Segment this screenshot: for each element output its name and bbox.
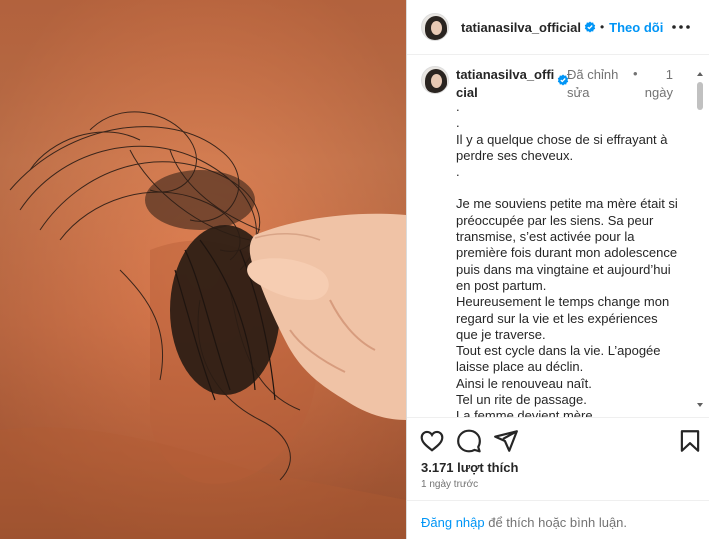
caption-line: . <box>456 115 460 131</box>
author-avatar[interactable] <box>421 13 449 41</box>
caption-timestamp-line1: 1 <box>665 67 673 82</box>
follow-button[interactable]: Theo dõi <box>609 20 663 35</box>
caption-line: . <box>456 164 460 180</box>
caption-line: La femme devient mère. <box>456 408 597 418</box>
caption-line: Je me souviens petite ma mère était si p… <box>456 196 678 293</box>
caption-avatar-wrap <box>421 66 449 94</box>
caption-scrollbar[interactable] <box>694 56 706 417</box>
post-time-ago[interactable]: 1 ngày trước <box>421 479 478 490</box>
comment-icon[interactable] <box>456 428 482 454</box>
caption-separator: • <box>633 66 638 81</box>
caption-line: Ainsi le renouveau naît. <box>456 375 592 391</box>
caption-timestamp-line2: ngày <box>644 85 673 100</box>
caption-text: . . Il y a quelque chose de si effrayant… <box>456 99 681 418</box>
caption-username-part1: tatianasilva_offi <box>456 67 555 82</box>
share-send-icon[interactable] <box>493 428 519 454</box>
action-bar <box>419 425 704 457</box>
like-heart-icon[interactable] <box>419 428 445 454</box>
caption-author-username[interactable]: tatianasilva_offi cial <box>456 66 569 102</box>
caption-line: Tel un rite de passage. <box>456 392 587 408</box>
hair-photo-illustration <box>0 0 406 539</box>
caption-line: Heureusement le temps change mon regard … <box>456 294 670 342</box>
login-link[interactable]: Đăng nhập <box>421 515 485 530</box>
more-options-icon[interactable] <box>671 17 691 37</box>
like-count[interactable]: 3.171 lượt thích <box>421 460 518 475</box>
scroll-down-arrow-icon[interactable] <box>696 401 704 409</box>
caption-line <box>456 180 681 196</box>
edited-label: Đã chỉnh sửa <box>567 66 619 102</box>
login-prompt-text: để thích hoặc bình luận. <box>484 515 628 530</box>
scrollbar-thumb[interactable] <box>697 82 703 110</box>
post-header: tatianasilva_official • Theo dõi <box>407 0 709 55</box>
post-photo <box>0 0 406 539</box>
caption-line: . <box>456 99 460 114</box>
verified-badge-icon <box>584 21 596 33</box>
caption-author-avatar[interactable] <box>421 66 449 94</box>
author-username[interactable]: tatianasilva_official <box>461 20 581 35</box>
scroll-up-arrow-icon[interactable] <box>696 70 704 78</box>
login-prompt: Đăng nhập để thích hoặc bình luận. <box>407 500 709 539</box>
post-sidebar: tatianasilva_official • Theo dõi tatiana… <box>406 0 709 539</box>
caption-line: Il y a quelque chose de si effrayant à p… <box>456 131 668 163</box>
caption-scroll-area[interactable]: tatianasilva_offi cial Đã chỉnh sửa • 1 … <box>407 56 709 418</box>
caption-username-part2: cial <box>456 85 478 100</box>
edited-label-line2: sửa <box>567 85 590 100</box>
edited-label-line1: Đã chỉnh <box>567 67 619 82</box>
caption-line: Tout est cycle dans la vie. L’apogée lai… <box>456 343 661 375</box>
save-bookmark-icon[interactable] <box>677 428 703 454</box>
caption-timestamp[interactable]: 1 ngày <box>643 66 673 102</box>
header-separator: • <box>599 20 605 34</box>
